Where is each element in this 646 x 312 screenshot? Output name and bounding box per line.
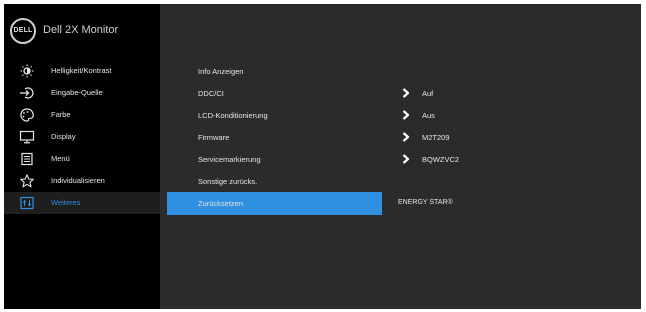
row-value: Aus [422,111,435,120]
row-label: Info Anzeigen [198,67,244,76]
row-label: Sonstige zurücks. [198,177,258,186]
monitor-title: Dell 2X Monitor [43,24,119,36]
row-label: LCD-Konditionierung [198,111,268,120]
sidebar-item-label: Eingabe-Quelle [51,88,103,97]
row-ddc-ci[interactable]: DDC/CI Auf [160,82,641,104]
monitor-osd: DELL Dell 2X Monitor Helligkeit/Kontrast [4,4,641,309]
chevron-right-icon [402,110,410,120]
energy-star-label: ENERGY STAR® [398,199,453,206]
sidebar-item-label: Helligkeit/Kontrast [51,66,112,75]
brightness-icon [20,64,34,78]
sidebar-item-color[interactable]: Farbe [4,104,160,126]
sidebar: DELL Dell 2X Monitor Helligkeit/Kontrast [4,4,160,309]
sidebar-item-label: Farbe [51,110,71,119]
row-label: Firmware [198,133,230,142]
row-value: Auf [422,89,434,98]
row-label: Zurücksetzen [198,199,244,208]
logo-header: DELL Dell 2X Monitor [4,4,160,60]
row-lcd-conditioning[interactable]: LCD-Konditionierung Aus [160,104,641,126]
sidebar-item-label: Menü [51,154,70,163]
dell-logo: DELL [10,18,36,44]
display-icon [19,130,35,144]
row-firmware[interactable]: Firmware M2T209 [160,126,641,148]
sidebar-item-display[interactable]: Display [4,126,160,148]
sidebar-item-menu[interactable]: Menü [4,148,160,170]
sidebar-item-label: Weiteres [51,198,81,207]
row-service-tag[interactable]: Servicemarkierung BQWZVC2 [160,148,641,170]
row-factory-reset[interactable]: Zurücksetzen ENERGY STAR® [160,192,641,215]
sidebar-item-label: Display [51,132,76,141]
row-value: BQWZVC2 [422,155,460,164]
row-label: DDC/CI [198,89,224,98]
row-label: Servicemarkierung [198,155,261,164]
row-other-reset[interactable]: Sonstige zurücks. [160,170,641,192]
chevron-right-icon [402,88,410,98]
sidebar-item-personalize[interactable]: Individualisieren [4,170,160,192]
color-palette-icon [20,108,34,122]
settings-panel: Info Anzeigen DDC/CI Auf LCD-Konditionie… [160,4,641,309]
row-value: M2T209 [422,133,450,142]
row-info-anzeigen[interactable]: Info Anzeigen [160,60,641,82]
others-icon [20,196,34,210]
sidebar-item-brightness-contrast[interactable]: Helligkeit/Kontrast [4,60,160,82]
chevron-right-icon [402,132,410,142]
input-source-icon [20,87,34,99]
sidebar-item-label: Individualisieren [51,176,105,185]
sidebar-item-input-source[interactable]: Eingabe-Quelle [4,82,160,104]
menu-icon [21,152,33,166]
sidebar-item-others[interactable]: Weiteres [4,192,160,214]
chevron-right-icon [402,154,410,164]
star-icon [20,174,34,188]
